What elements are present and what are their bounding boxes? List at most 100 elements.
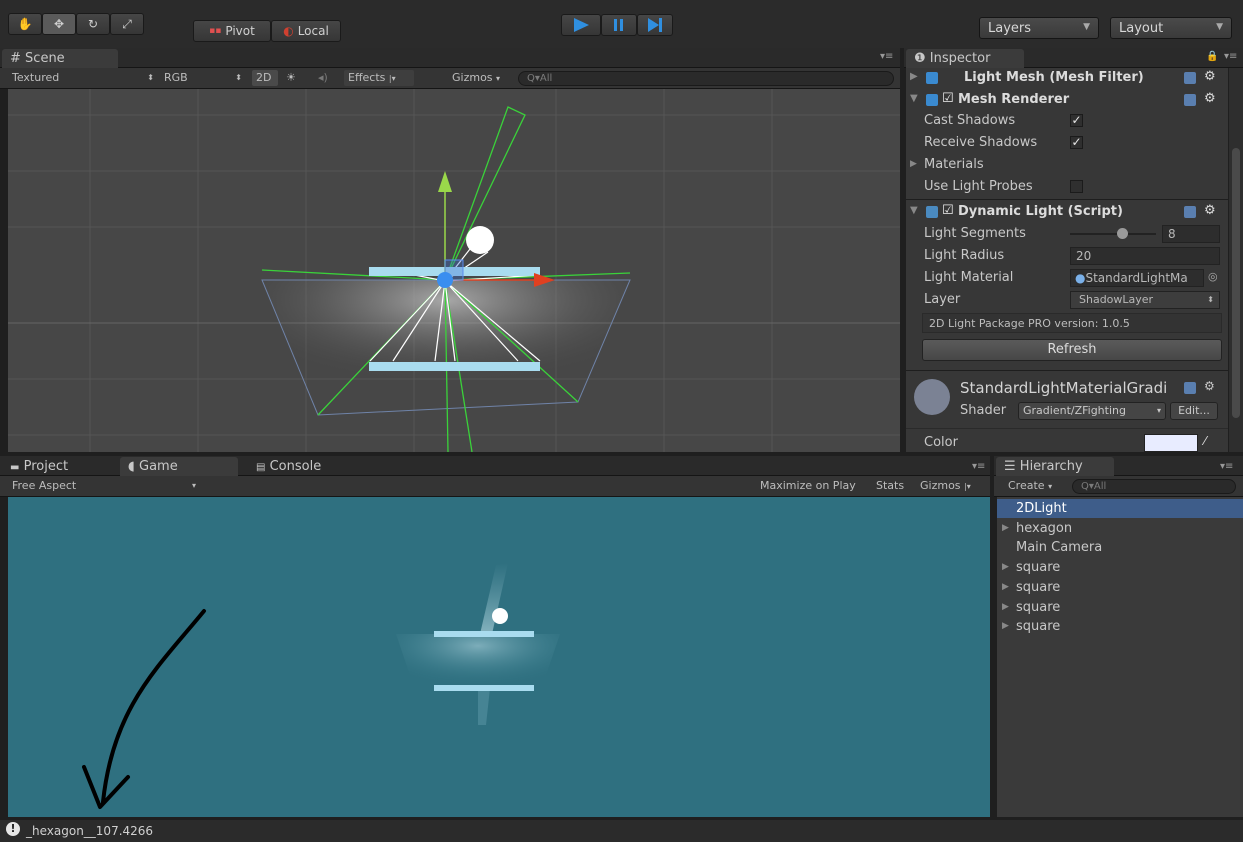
collapse-arrow-icon[interactable]: ▼ (910, 205, 918, 216)
receive-shadows-checkbox[interactable]: ✓ (1070, 136, 1083, 149)
hierarchy-item-label: square (1016, 579, 1061, 595)
light-material-label: Light Material (924, 270, 1014, 285)
hierarchy-item[interactable]: ▶ square (997, 598, 1243, 617)
tab-hierarchy[interactable]: ☰ Hierarchy (996, 457, 1114, 477)
tab-console[interactable]: ▤ Console (248, 457, 358, 477)
color-swatch[interactable] (1144, 434, 1198, 452)
expand-arrow-icon[interactable]: ▶ (1002, 617, 1009, 636)
y-axis-arrow-icon[interactable] (438, 171, 452, 192)
effects-dropdown[interactable]: Effects |▾ (344, 70, 414, 86)
light-radius-input[interactable]: 20 (1070, 247, 1220, 265)
tab-game[interactable]: ◖ Game (120, 457, 238, 477)
aspect-dropdown[interactable]: Free Aspect ▾ (8, 478, 198, 494)
gear-icon[interactable]: ⚙ (1204, 379, 1215, 393)
panel-menu-icon[interactable]: ▾≡ (1220, 461, 1233, 472)
hierarchy-item[interactable]: ▶ square (997, 578, 1243, 597)
maximize-on-play-toggle[interactable]: Maximize on Play (756, 478, 860, 494)
materials-row[interactable]: ▶ Materials (906, 154, 1228, 176)
mesh-renderer-enabled-checkbox[interactable]: ☑ (942, 91, 954, 106)
hierarchy-list: 2DLight ▶ hexagon Main Camera ▶ square ▶ square… (997, 497, 1243, 817)
divider (906, 199, 1228, 200)
tab-scene[interactable]: # Scene (2, 49, 118, 69)
expand-arrow-icon[interactable]: ▶ (1002, 519, 1009, 538)
shading-mode-dropdown[interactable]: Textured ⬍ (8, 70, 156, 86)
cast-shadows-checkbox[interactable]: ✓ (1070, 114, 1083, 127)
panel-menu-icon[interactable]: ▾≡ (972, 461, 985, 472)
scale-tool-button[interactable]: ⤢ (110, 13, 144, 35)
light-segments-slider-thumb[interactable] (1116, 228, 1128, 239)
light-segments-input[interactable]: 8 (1162, 225, 1220, 243)
expand-arrow-icon[interactable]: ▶ (1002, 598, 1009, 617)
hierarchy-item[interactable]: ▶ square (997, 617, 1243, 636)
layer-dropdown[interactable]: ShadowLayer ⬍ (1070, 291, 1220, 309)
material-sphere-icon: ● (1075, 271, 1086, 285)
gizmos-dropdown[interactable]: Gizmos ▾ (448, 70, 512, 86)
step-button[interactable] (637, 14, 673, 36)
mesh-renderer-header[interactable]: ▼ ☑ Mesh Renderer ⚙ (906, 90, 1228, 112)
refresh-button[interactable]: Refresh (922, 339, 1222, 361)
platform-bottom[interactable] (369, 362, 540, 371)
game-viewport[interactable] (8, 497, 990, 817)
stats-toggle[interactable]: Stats (872, 478, 908, 494)
render-mode-value: RGB (164, 71, 188, 84)
expand-arrow-icon[interactable]: ▶ (910, 71, 918, 82)
step-icon (648, 18, 662, 32)
local-toggle-button[interactable]: ◐ Local (271, 20, 341, 42)
inspector-scrollbar[interactable] (1229, 68, 1243, 452)
pause-button[interactable] (601, 14, 637, 36)
dynamic-light-enabled-checkbox[interactable]: ☑ (942, 203, 954, 218)
hierarchy-item[interactable]: Main Camera (997, 538, 1243, 557)
lock-icon[interactable]: 🔒 (1206, 51, 1218, 62)
hexagon-object[interactable] (466, 226, 494, 254)
hierarchy-search-input[interactable]: Q▾All (1072, 479, 1236, 494)
light-segments-slider-track[interactable] (1070, 233, 1156, 235)
panel-menu-icon[interactable]: ▾≡ (1224, 51, 1237, 62)
create-dropdown[interactable]: Create ▾ (1004, 478, 1056, 494)
use-light-probes-checkbox[interactable] (1070, 180, 1083, 193)
rotate-tool-button[interactable]: ↻ (76, 13, 110, 35)
hierarchy-item[interactable]: 2DLight (997, 499, 1243, 518)
expand-arrow-icon[interactable]: ▶ (1002, 558, 1009, 577)
tab-inspector[interactable]: ❶ Inspector (906, 49, 1024, 69)
light-material-field[interactable]: ●StandardLightMa (1070, 269, 1204, 287)
light-origin[interactable] (437, 272, 453, 288)
pivot-toggle-button[interactable]: ▪▪ Pivot (193, 20, 271, 42)
dynamic-light-header[interactable]: ▼ ☑ Dynamic Light (Script) ⚙ (906, 202, 1228, 224)
expand-arrow-icon[interactable]: ▶ (910, 159, 917, 169)
play-button[interactable] (561, 14, 601, 36)
game-gizmos-dropdown[interactable]: Gizmos |▾ (916, 478, 975, 494)
gear-icon[interactable]: ⚙ (1204, 91, 1216, 106)
gear-icon[interactable]: ⚙ (1204, 69, 1216, 84)
local-icon: ◐ (283, 24, 294, 38)
hand-tool-button[interactable]: ✋ (8, 13, 42, 35)
scene-viewport[interactable] (8, 89, 900, 452)
layers-dropdown[interactable]: Layers ▼ (979, 17, 1099, 39)
scene-search-input[interactable]: Q▾All (518, 71, 894, 86)
shader-dropdown[interactable]: Gradient/ZFighting ▾ (1018, 402, 1166, 420)
lighting-toggle-button[interactable]: ☀ (282, 70, 302, 86)
materials-label: Materials (924, 157, 984, 172)
move-tool-button[interactable]: ✥ (42, 13, 76, 35)
object-picker-icon[interactable]: ◎ (1208, 270, 1218, 283)
cast-shadows-row: Cast Shadows ✓ (906, 110, 1228, 132)
inspector-scrollbar-thumb[interactable] (1232, 148, 1240, 418)
tab-project[interactable]: ▬ Project (2, 457, 112, 477)
render-mode-dropdown[interactable]: RGB ⬍ (160, 70, 244, 86)
mesh-filter-header[interactable]: ▶ Light Mesh (Mesh Filter) ⚙ (906, 68, 1228, 90)
help-icon[interactable] (1184, 382, 1196, 394)
hierarchy-item[interactable]: ▶ square (997, 558, 1243, 577)
help-icon[interactable] (1184, 206, 1196, 218)
status-bar[interactable]: ! _hexagon__107.4266 (0, 820, 1243, 842)
shader-edit-button[interactable]: Edit... (1170, 402, 1218, 420)
audio-toggle-button[interactable]: ◂) (314, 70, 334, 86)
layout-dropdown[interactable]: Layout ▼ (1110, 17, 1232, 39)
expand-arrow-icon[interactable]: ▶ (1002, 578, 1009, 597)
eyedropper-icon[interactable]: ⁄ (1204, 434, 1206, 448)
panel-menu-icon[interactable]: ▾≡ (880, 51, 893, 62)
collapse-arrow-icon[interactable]: ▼ (910, 93, 918, 104)
hierarchy-item[interactable]: ▶ hexagon (997, 519, 1243, 538)
2d-toggle-button[interactable]: 2D (252, 70, 278, 86)
help-icon[interactable] (1184, 72, 1196, 84)
help-icon[interactable] (1184, 94, 1196, 106)
gear-icon[interactable]: ⚙ (1204, 203, 1216, 218)
